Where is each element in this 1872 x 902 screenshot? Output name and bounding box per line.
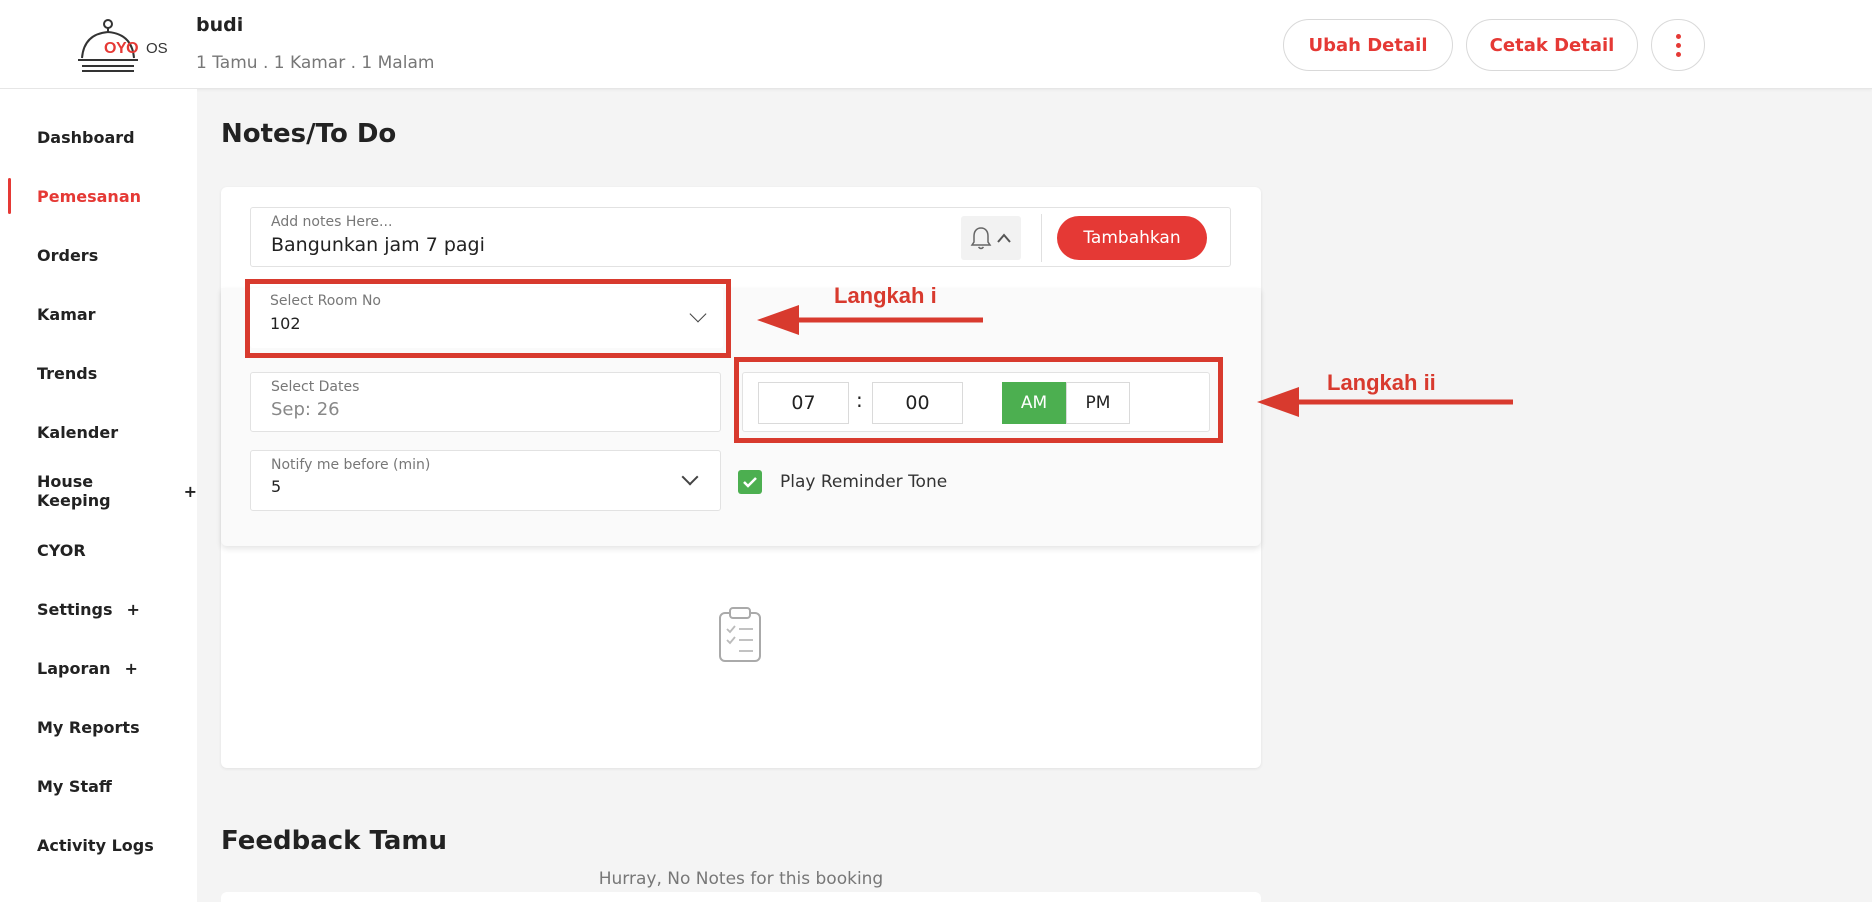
logo-suffix: OS [146, 40, 168, 57]
date-select-label: Select Dates [271, 379, 360, 395]
booking-summary: 1 Tamu . 1 Kamar . 1 Malam [196, 53, 435, 73]
date-select-value: Sep: 26 [271, 399, 340, 420]
feedback-section-title: Feedback Tamu [221, 826, 448, 856]
chevron-down-icon [681, 468, 699, 486]
sidebar-item-label: Activity Logs [37, 835, 154, 855]
annotation-box-step-1 [245, 279, 731, 358]
annotation-box-step-2 [734, 357, 1223, 443]
notify-before-label: Notify me before (min) [271, 457, 431, 473]
reminder-toggle[interactable] [961, 216, 1021, 260]
oyo-os-logo[interactable]: OYO OS [74, 18, 174, 74]
sidebar-item-label: My Staff [37, 776, 112, 796]
sidebar-item-activity-logs[interactable]: Activity Logs [0, 825, 197, 865]
sidebar-item-label: Kamar [37, 304, 96, 324]
reminder-tone-label: Play Reminder Tone [780, 472, 948, 492]
kebab-menu-icon [1675, 33, 1681, 57]
add-note-button[interactable]: Tambahkan [1057, 216, 1207, 260]
clipboard-icon [719, 607, 761, 662]
expand-plus-icon: + [183, 481, 197, 501]
sidebar-item-pemesanan[interactable]: Pemesanan [0, 176, 197, 216]
sidebar-item-house-keeping[interactable]: House Keeping + [0, 471, 197, 511]
notes-section-title: Notes/To Do [221, 119, 397, 149]
sidebar-item-label: Kalender [37, 422, 119, 442]
checkmark-icon [743, 477, 757, 488]
sidebar-item-label: CYOR [37, 540, 86, 560]
sidebar-item-label: Laporan [37, 658, 111, 678]
more-options-button[interactable] [1651, 19, 1705, 71]
expand-plus-icon: + [124, 658, 138, 678]
guest-name: budi [196, 14, 244, 36]
bell-icon [970, 227, 992, 250]
empty-notes-message: Hurray, No Notes for this booking [598, 869, 884, 889]
edit-details-button[interactable]: Ubah Detail [1283, 19, 1453, 71]
sidebar-item-label: Trends [37, 363, 98, 383]
sidebar-item-dashboard[interactable]: Dashboard [0, 117, 197, 157]
sidebar-item-label: Settings [37, 599, 113, 619]
sidebar-item-kamar[interactable]: Kamar [0, 294, 197, 334]
sidebar-item-label: House Keeping [37, 472, 111, 510]
sidebar: Dashboard Pemesanan Orders Kamar Trends … [0, 89, 197, 902]
sidebar-item-trends[interactable]: Trends [0, 353, 197, 393]
sidebar-item-label: Pemesanan [37, 186, 141, 206]
sidebar-item-orders[interactable]: Orders [0, 235, 197, 275]
sidebar-item-settings[interactable]: Settings + [0, 589, 197, 629]
reminder-tone-checkbox[interactable] [738, 470, 762, 494]
sidebar-item-my-staff[interactable]: My Staff [0, 766, 197, 806]
date-select[interactable]: Select Dates Sep: 26 [250, 372, 721, 432]
chevron-up-icon [997, 233, 1011, 243]
notify-before-value: 5 [271, 477, 282, 496]
sidebar-item-kalender[interactable]: Kalender [0, 412, 197, 452]
annotation-label-step-2: Langkah ii [1327, 370, 1436, 395]
note-input-value: Bangunkan jam 7 pagi [271, 234, 485, 256]
sidebar-item-cyor[interactable]: CYOR [0, 530, 197, 570]
logo-brand: OYO [104, 40, 139, 57]
app-header: OYO OS budi 1 Tamu . 1 Kamar . 1 Malam U… [0, 0, 1872, 89]
notify-before-select[interactable]: Notify me before (min) 5 [250, 450, 721, 511]
expand-plus-icon: + [126, 599, 140, 619]
feedback-card [221, 892, 1261, 902]
note-input-label: Add notes Here... [271, 214, 393, 230]
print-details-button[interactable]: Cetak Detail [1466, 19, 1638, 71]
sidebar-item-label: Dashboard [37, 127, 135, 147]
sidebar-item-my-reports[interactable]: My Reports [0, 707, 197, 747]
sidebar-item-laporan[interactable]: Laporan + [0, 648, 197, 688]
sidebar-item-label: My Reports [37, 717, 140, 737]
sidebar-item-label: Orders [37, 245, 99, 265]
annotation-label-step-1: Langkah i [834, 283, 937, 308]
divider [1041, 214, 1042, 262]
